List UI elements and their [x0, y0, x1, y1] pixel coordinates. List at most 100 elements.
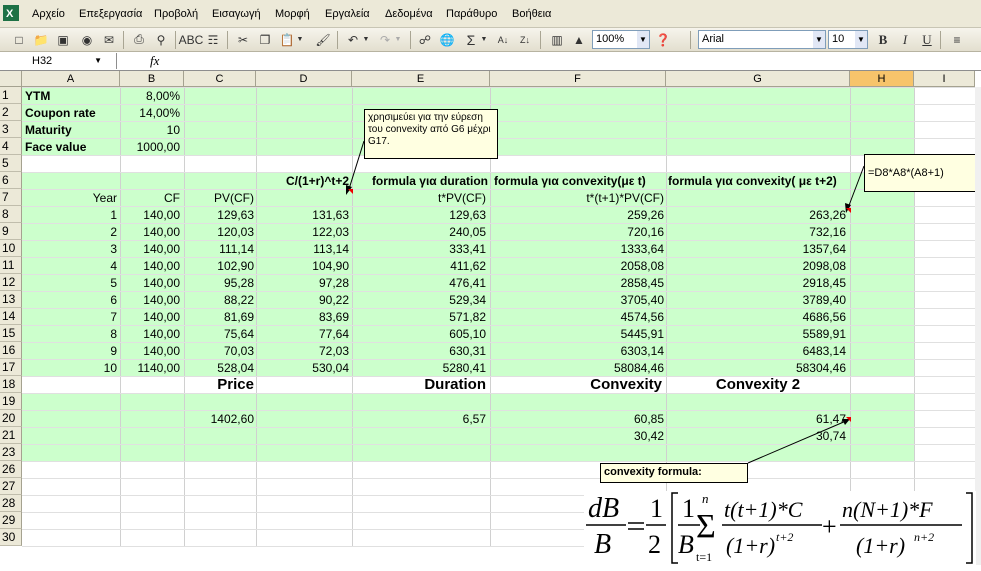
table-cell[interactable]: 88,22	[184, 293, 254, 307]
row-header-17[interactable]: 17	[0, 359, 22, 376]
table-cell[interactable]: 90,22	[256, 293, 349, 307]
row-header-8[interactable]: 8	[0, 206, 22, 223]
help-icon[interactable]: ❓	[654, 31, 672, 48]
table-cell[interactable]: 129,63	[352, 208, 486, 222]
table-cell[interactable]: 3705,40	[490, 293, 664, 307]
table-cell[interactable]: 6303,14	[490, 344, 664, 358]
italic-button[interactable]: I	[896, 31, 914, 48]
name-box-dropdown-icon[interactable]: ▼	[94, 53, 102, 69]
save-icon[interactable]: ▣	[54, 31, 72, 48]
table-cell[interactable]: 720,16	[490, 225, 664, 239]
email-icon[interactable]: ✉	[100, 31, 118, 48]
sort-ascending-icon[interactable]: A↓	[494, 31, 512, 48]
format-painter-icon[interactable]: 🖌	[314, 31, 332, 48]
table-cell[interactable]: 5445,91	[490, 327, 664, 341]
row-header-11[interactable]: 11	[0, 257, 22, 274]
underline-button[interactable]: U	[918, 31, 936, 48]
row-header-18[interactable]: 18	[0, 376, 22, 393]
table-cell[interactable]: 3	[22, 242, 117, 256]
row-header-13[interactable]: 13	[0, 291, 22, 308]
column-header-h[interactable]: H	[850, 71, 914, 87]
menu-file[interactable]: Αρχείο	[32, 8, 65, 20]
column-header-a[interactable]: A	[22, 71, 120, 87]
table-cell[interactable]: 97,28	[256, 276, 349, 290]
row-header-2[interactable]: 2	[0, 104, 22, 121]
row-header-21[interactable]: 21	[0, 427, 22, 444]
table-cell[interactable]: 140,00	[120, 327, 180, 341]
table-cell[interactable]: 131,63	[256, 208, 349, 222]
table-cell[interactable]: 9	[22, 344, 117, 358]
column-header-b[interactable]: B	[120, 71, 184, 87]
column-header-f[interactable]: F	[490, 71, 666, 87]
research-icon[interactable]: ☶	[204, 31, 222, 48]
column-header-d[interactable]: D	[256, 71, 352, 87]
table-cell[interactable]: 1	[22, 208, 117, 222]
column-header-e[interactable]: E	[352, 71, 490, 87]
font-dropdown-icon[interactable]: ▼	[813, 31, 825, 48]
row-header-20[interactable]: 20	[0, 410, 22, 427]
menu-edit[interactable]: Επεξεργασία	[79, 8, 142, 20]
row-header-12[interactable]: 12	[0, 274, 22, 291]
zoom-select[interactable]: 100% ▼	[592, 30, 650, 49]
param-value[interactable]: 10	[120, 123, 180, 137]
font-size-select[interactable]: 10 ▼	[828, 30, 868, 49]
table-cell[interactable]: 571,82	[352, 310, 486, 324]
autosum-dropdown-icon[interactable]: ▼	[480, 31, 488, 48]
row-header-10[interactable]: 10	[0, 240, 22, 257]
table-cell[interactable]: 102,90	[184, 259, 254, 273]
row-header-23[interactable]: 23	[0, 444, 22, 461]
table-cell[interactable]: 140,00	[120, 310, 180, 324]
table-cell[interactable]: 140,00	[120, 344, 180, 358]
table-cell[interactable]: 2058,08	[490, 259, 664, 273]
row-header-5[interactable]: 5	[0, 155, 22, 172]
table-cell[interactable]: 630,31	[352, 344, 486, 358]
table-cell[interactable]: 1357,64	[666, 242, 846, 256]
table-cell[interactable]: 4686,56	[666, 310, 846, 324]
undo-icon[interactable]: ↶	[344, 31, 362, 48]
param-value[interactable]: 8,00%	[120, 89, 180, 103]
row-header-19[interactable]: 19	[0, 393, 22, 410]
table-cell[interactable]: 140,00	[120, 208, 180, 222]
table-cell[interactable]: 2	[22, 225, 117, 239]
table-cell[interactable]: 81,69	[184, 310, 254, 324]
table-cell[interactable]: 75,64	[184, 327, 254, 341]
table-cell[interactable]: 111,14	[184, 242, 254, 256]
menu-format[interactable]: Μορφή	[275, 8, 310, 20]
menu-view[interactable]: Προβολή	[154, 8, 198, 20]
web-icon[interactable]: 🌐	[438, 31, 456, 48]
convexity-value[interactable]: 60,85	[490, 412, 664, 426]
param-value[interactable]: 14,00%	[120, 106, 180, 120]
table-cell[interactable]: 140,00	[120, 293, 180, 307]
table-cell[interactable]: 530,04	[256, 361, 349, 375]
table-cell[interactable]: 77,64	[256, 327, 349, 341]
print-preview-icon[interactable]: ⚲	[152, 31, 170, 48]
table-cell[interactable]: 2858,45	[490, 276, 664, 290]
sort-descending-icon[interactable]: Z↓	[516, 31, 534, 48]
param-value[interactable]: 1000,00	[120, 140, 180, 154]
autosum-icon[interactable]: Σ	[462, 31, 480, 48]
table-cell[interactable]: 72,03	[256, 344, 349, 358]
table-cell[interactable]: 1140,00	[120, 361, 181, 375]
row-header-7[interactable]: 7	[0, 189, 22, 206]
table-cell[interactable]: 1333,64	[490, 242, 664, 256]
table-cell[interactable]: 732,16	[666, 225, 846, 239]
row-header-30[interactable]: 30	[0, 529, 22, 546]
column-header-c[interactable]: C	[184, 71, 256, 87]
row-header-29[interactable]: 29	[0, 512, 22, 529]
table-cell[interactable]: 411,62	[352, 259, 486, 273]
table-cell[interactable]: 70,03	[184, 344, 254, 358]
row-header-1[interactable]: 1	[0, 87, 22, 104]
table-cell[interactable]: 5	[22, 276, 117, 290]
table-cell[interactable]: 263,26	[666, 208, 846, 222]
row-header-9[interactable]: 9	[0, 223, 22, 240]
table-cell[interactable]: 5280,41	[352, 361, 486, 375]
menu-data[interactable]: Δεδομένα	[385, 8, 433, 20]
table-cell[interactable]: 140,00	[120, 259, 180, 273]
fx-icon[interactable]: fx	[150, 53, 159, 69]
spelling-icon[interactable]: ABC	[179, 31, 204, 48]
table-cell[interactable]: 4	[22, 259, 117, 273]
table-cell[interactable]: 10	[22, 361, 117, 375]
table-cell[interactable]: 95,28	[184, 276, 254, 290]
table-cell[interactable]: 104,90	[256, 259, 349, 273]
table-cell[interactable]: 476,41	[352, 276, 486, 290]
